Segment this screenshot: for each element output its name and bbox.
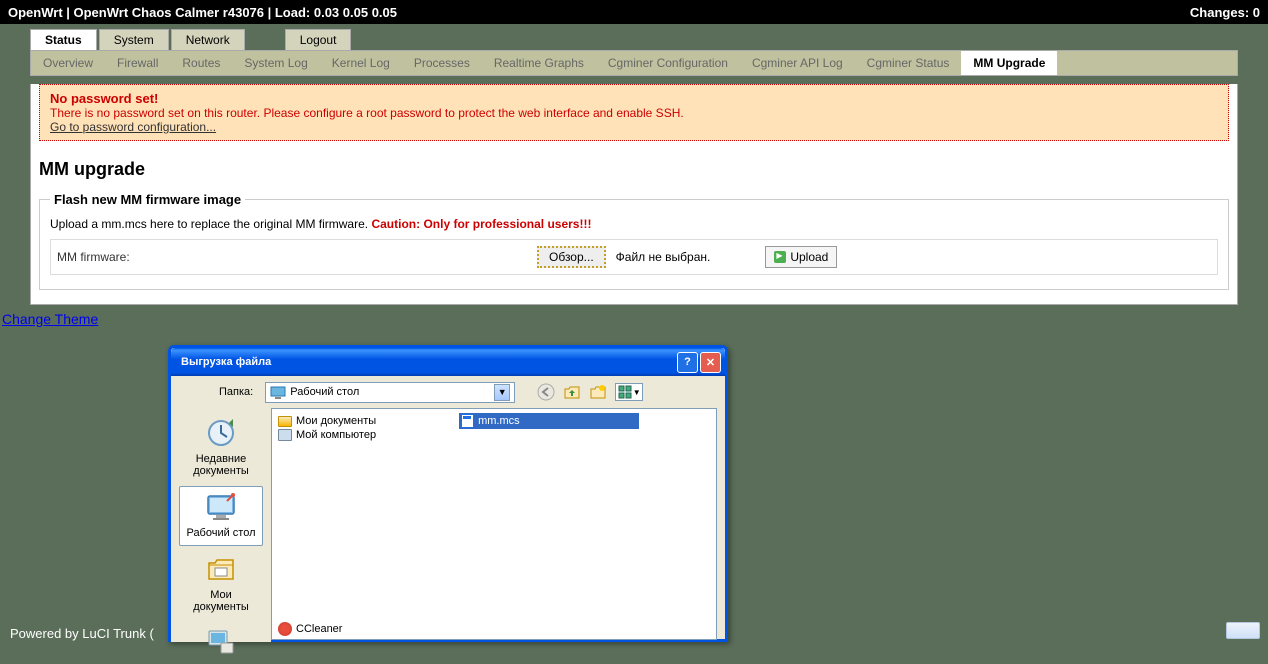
scroll-indicator[interactable] bbox=[1226, 622, 1260, 639]
footer: Powered by LuCI Trunk ( bbox=[0, 622, 164, 645]
top-bar: OpenWrt | OpenWrt Chaos Calmer r43076 | … bbox=[0, 0, 1268, 24]
toolbar-icons: ▼ bbox=[537, 383, 643, 401]
subtab-overview[interactable]: Overview bbox=[31, 51, 105, 75]
file-mmmcs-label: mm.mcs bbox=[478, 415, 520, 427]
subtab-routes[interactable]: Routes bbox=[170, 51, 232, 75]
changes-count[interactable]: Changes: 0 bbox=[1190, 5, 1260, 20]
tab-status[interactable]: Status bbox=[30, 29, 97, 50]
ccleaner-icon bbox=[278, 622, 292, 636]
folder-select[interactable]: Рабочий стол ▼ bbox=[265, 382, 515, 403]
caution-text: Caution: Only for professional users!!! bbox=[371, 217, 591, 231]
file-my-computer[interactable]: Мой компьютер bbox=[276, 428, 456, 442]
dialog-toolbar: Папка: Рабочий стол ▼ ▼ bbox=[171, 376, 725, 408]
subtab-realtime-graphs[interactable]: Realtime Graphs bbox=[482, 51, 596, 75]
upload-instructions: Upload a mm.mcs here to replace the orig… bbox=[50, 217, 1218, 231]
sidebar-my-computer[interactable] bbox=[179, 622, 263, 664]
sidebar-desktop-label: Рабочий стол bbox=[182, 527, 260, 539]
sub-tabs: Overview Firewall Routes System Log Kern… bbox=[30, 50, 1238, 76]
file-list-area[interactable]: Мои документы Мой компьютер mm.mcs CClea… bbox=[271, 408, 717, 640]
firmware-form-row: MM firmware: Обзор... Файл не выбран. Up… bbox=[50, 239, 1218, 275]
password-config-link[interactable]: Go to password configuration... bbox=[50, 120, 216, 134]
subtab-cgminer-config[interactable]: Cgminer Configuration bbox=[596, 51, 740, 75]
upload-text: Upload a mm.mcs here to replace the orig… bbox=[50, 217, 371, 231]
sidebar-recent-label: Недавние документы bbox=[182, 453, 260, 477]
dialog-title: Выгрузка файла bbox=[181, 356, 271, 368]
dialog-sidebar: Недавние документы Рабочий стол Мои доку… bbox=[171, 408, 271, 642]
content-area: No password set! There is no password se… bbox=[30, 84, 1238, 305]
file-upload-dialog: Выгрузка файла ? ✕ Папка: Рабочий стол ▼… bbox=[168, 345, 728, 642]
folder-label: Папка: bbox=[219, 386, 253, 398]
hostname-load: OpenWrt | OpenWrt Chaos Calmer r43076 | … bbox=[8, 5, 397, 20]
sidebar-recent-documents[interactable]: Недавние документы bbox=[179, 412, 263, 484]
sidebar-my-documents[interactable]: Мои документы bbox=[179, 548, 263, 620]
my-computer-icon bbox=[205, 627, 237, 659]
tab-network[interactable]: Network bbox=[171, 29, 245, 50]
page-title: MM upgrade bbox=[31, 149, 1237, 192]
desktop-icon bbox=[270, 384, 286, 400]
upload-button[interactable]: Upload bbox=[765, 246, 837, 268]
warning-title: No password set! bbox=[50, 91, 1218, 106]
change-theme-link[interactable]: Change Theme bbox=[0, 305, 100, 333]
file-mydocs-label: Мои документы bbox=[296, 415, 376, 427]
no-password-warning: No password set! There is no password se… bbox=[39, 84, 1229, 141]
dialog-title-buttons: ? ✕ bbox=[677, 352, 721, 373]
firmware-label: MM firmware: bbox=[57, 250, 537, 264]
upload-button-label: Upload bbox=[790, 250, 828, 264]
dialog-help-button[interactable]: ? bbox=[677, 352, 698, 373]
file-ccleaner-label: CCleaner bbox=[296, 623, 342, 635]
subtab-firewall[interactable]: Firewall bbox=[105, 51, 170, 75]
subtab-cgminer-api-log[interactable]: Cgminer API Log bbox=[740, 51, 855, 75]
file-mycomp-label: Мой компьютер bbox=[296, 429, 376, 441]
file-icon bbox=[461, 414, 474, 428]
subtab-mm-upgrade[interactable]: MM Upgrade bbox=[961, 51, 1057, 75]
dialog-titlebar[interactable]: Выгрузка файла ? ✕ bbox=[171, 348, 725, 376]
file-ccleaner[interactable]: CCleaner bbox=[276, 621, 344, 637]
file-mm-mcs[interactable]: mm.mcs bbox=[459, 413, 639, 429]
upload-icon bbox=[774, 251, 786, 263]
dialog-body: Недавние документы Рабочий стол Мои доку… bbox=[171, 408, 725, 642]
dialog-close-button[interactable]: ✕ bbox=[700, 352, 721, 373]
tab-system[interactable]: System bbox=[99, 29, 169, 50]
file-status: Файл не выбран. bbox=[616, 250, 711, 264]
tab-logout[interactable]: Logout bbox=[285, 29, 352, 50]
flash-fieldset: Flash new MM firmware image Upload a mm.… bbox=[39, 192, 1229, 290]
my-documents-icon bbox=[205, 553, 237, 585]
sidebar-mydocs-label: Мои документы bbox=[182, 589, 260, 613]
main-tabs: Status System Network Logout bbox=[0, 29, 1268, 50]
new-folder-button[interactable] bbox=[589, 383, 607, 401]
recent-documents-icon bbox=[205, 417, 237, 449]
file-my-documents[interactable]: Мои документы bbox=[276, 413, 456, 428]
browse-button[interactable]: Обзор... bbox=[537, 246, 606, 268]
folder-icon bbox=[278, 416, 292, 427]
back-button[interactable] bbox=[537, 383, 555, 401]
up-folder-button[interactable] bbox=[563, 383, 581, 401]
subtab-system-log[interactable]: System Log bbox=[232, 51, 319, 75]
fieldset-legend: Flash new MM firmware image bbox=[50, 192, 245, 207]
desktop-large-icon bbox=[205, 491, 237, 523]
sidebar-desktop[interactable]: Рабочий стол bbox=[179, 486, 263, 546]
computer-icon bbox=[278, 429, 292, 441]
subtab-cgminer-status[interactable]: Cgminer Status bbox=[855, 51, 962, 75]
subtab-processes[interactable]: Processes bbox=[402, 51, 482, 75]
dropdown-arrow-icon[interactable]: ▼ bbox=[494, 384, 510, 401]
subtab-kernel-log[interactable]: Kernel Log bbox=[320, 51, 402, 75]
folder-select-value: Рабочий стол bbox=[290, 386, 359, 398]
warning-text: There is no password set on this router.… bbox=[50, 106, 1218, 120]
views-button[interactable]: ▼ bbox=[615, 383, 643, 401]
